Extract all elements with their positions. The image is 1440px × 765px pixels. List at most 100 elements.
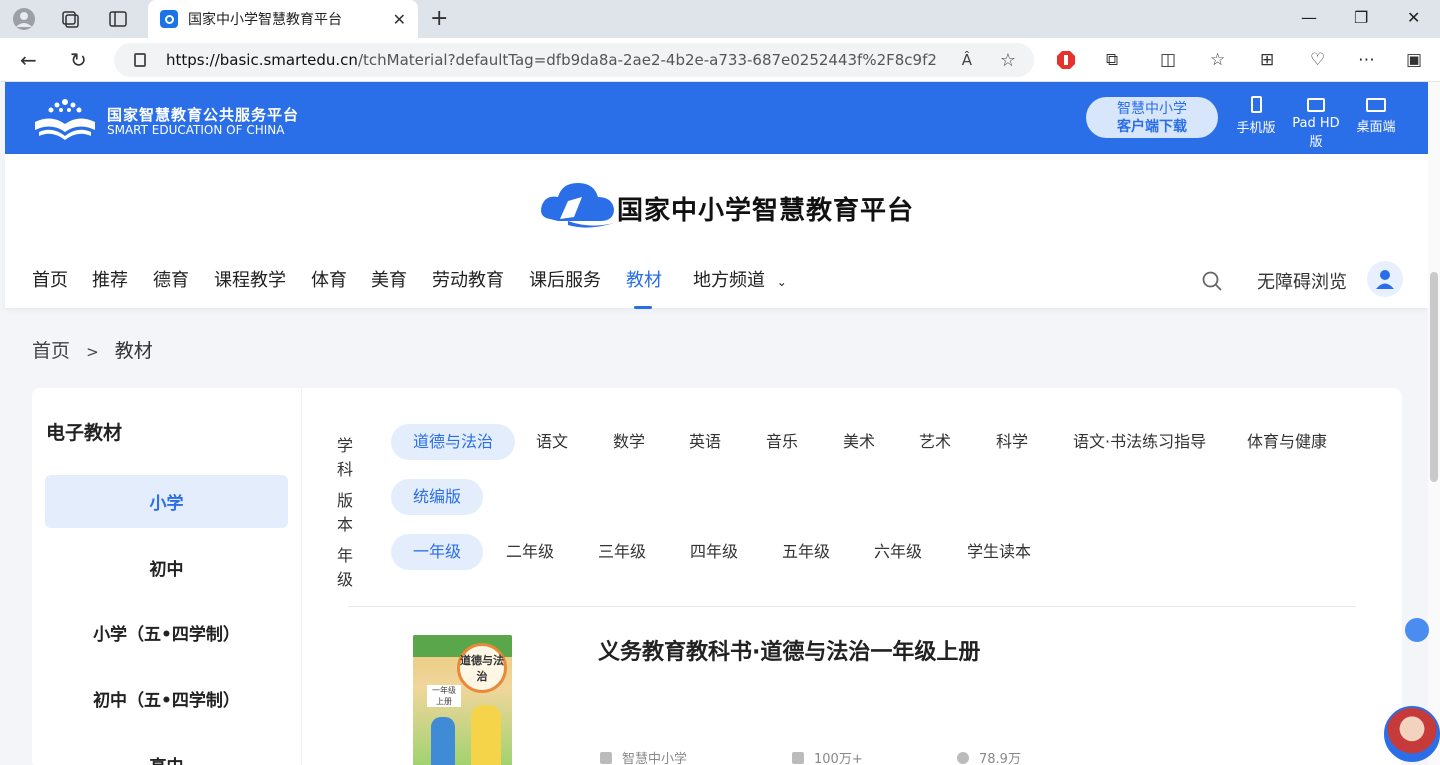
- likes-count: 100万+: [814, 752, 863, 765]
- device-pad[interactable]: Pad HD版: [1286, 96, 1346, 150]
- level-primary-54[interactable]: 小学（五•四学制）: [45, 606, 288, 659]
- device-phone-label: 手机版: [1236, 121, 1276, 136]
- browser-address-bar: ← ↻ https://basic.smartedu.cn/tchMateria…: [0, 38, 1440, 82]
- nav-recommend[interactable]: 推荐: [92, 266, 128, 292]
- url-text[interactable]: https://basic.smartedu.cn/tchMaterial?de…: [166, 51, 936, 69]
- extensions-icon[interactable]: ⧉: [1106, 50, 1118, 70]
- subject-option[interactable]: 美术: [821, 424, 897, 460]
- breadcrumb: 首页 > 教材: [32, 336, 163, 363]
- level-primary[interactable]: 小学: [45, 475, 288, 528]
- grade-option[interactable]: 三年级: [576, 534, 668, 570]
- grade-option[interactable]: 二年级: [484, 534, 576, 570]
- sidebar-toggle-icon[interactable]: ▣: [1406, 50, 1422, 70]
- lock-icon[interactable]: [134, 53, 146, 67]
- close-tab-icon[interactable]: ✕: [393, 10, 406, 29]
- brand-name-cn: 国家智慧教育公共服务平台: [107, 106, 300, 124]
- brand-logo-icon[interactable]: [33, 96, 97, 140]
- nav-local-channel[interactable]: 地方频道 ⌄: [693, 266, 787, 292]
- device-pad-label: Pad HD版: [1292, 116, 1340, 150]
- phone-icon: [1250, 96, 1262, 113]
- scrollbar-thumb[interactable]: [1430, 272, 1438, 482]
- nav-local-label: 地方频道: [693, 270, 765, 291]
- views-count: 78.9万: [979, 752, 1021, 765]
- edition-option[interactable]: 统编版: [391, 479, 484, 515]
- user-avatar[interactable]: [1367, 261, 1403, 297]
- subject-option[interactable]: 语文: [514, 424, 590, 460]
- client-download-button[interactable]: 智慧中小学 客户端下载: [1086, 97, 1218, 138]
- favorite-star-icon[interactable]: ☆: [1000, 50, 1016, 71]
- subject-option[interactable]: 数学: [591, 424, 667, 460]
- subject-option[interactable]: 道德与法治: [391, 424, 516, 460]
- grade-option[interactable]: 五年级: [760, 534, 852, 570]
- close-window-icon[interactable]: ✕: [1407, 8, 1420, 27]
- breadcrumb-separator: >: [86, 343, 99, 361]
- adblock-extension-icon[interactable]: [1056, 50, 1076, 75]
- search-icon[interactable]: [1202, 271, 1222, 291]
- book-publisher: 智慧中小学: [600, 748, 687, 765]
- cover-title: 道德与法治: [457, 643, 507, 693]
- device-phone[interactable]: 手机版: [1226, 96, 1286, 136]
- restore-icon[interactable]: ❐: [1354, 8, 1368, 27]
- new-tab-icon[interactable]: +: [430, 6, 448, 31]
- subject-option[interactable]: 音乐: [744, 424, 820, 460]
- publisher-text: 智慧中小学: [622, 752, 688, 765]
- level-junior[interactable]: 初中: [45, 541, 288, 594]
- grade-option[interactable]: 学生读本: [945, 534, 1053, 570]
- site-header: 国家中小学智慧教育平台 首页 推荐 德育 课程教学 体育 美育 劳动教育 课后服…: [5, 154, 1428, 309]
- grade-label: 年级: [337, 546, 354, 589]
- book-title[interactable]: 义务教育教科书·道德与法治一年级上册: [598, 634, 980, 666]
- textbook-panel: 电子教材 小学 初中 小学（五•四学制） 初中（五•四学制） 高中 学科 道德与…: [32, 388, 1402, 765]
- nav-after-school[interactable]: 课后服务: [529, 266, 601, 292]
- site-favicon-icon: [160, 10, 178, 28]
- brand-header: 国家智慧教育公共服务平台 SMART EDUCATION OF CHINA 智慧…: [5, 82, 1428, 154]
- nav-home[interactable]: 首页: [32, 266, 68, 292]
- favorites-icon[interactable]: ☆: [1210, 50, 1225, 70]
- grade-option[interactable]: 四年级: [668, 534, 760, 570]
- refresh-icon[interactable]: ↻: [70, 48, 87, 72]
- accessibility-link[interactable]: 无障碍浏览: [1257, 268, 1347, 294]
- cover-child-illustration: [431, 717, 455, 765]
- nav-courses[interactable]: 课程教学: [214, 266, 286, 292]
- browser-tab-active[interactable]: 国家中小学智慧教育平台 ✕: [148, 0, 418, 38]
- minimize-icon[interactable]: —: [1301, 8, 1317, 27]
- url-field[interactable]: https://basic.smartedu.cn/tchMaterial?de…: [114, 43, 1034, 77]
- platform-logo-icon[interactable]: [538, 179, 618, 233]
- nav-sports[interactable]: 体育: [311, 266, 347, 292]
- level-senior[interactable]: 高中: [45, 738, 288, 765]
- nav-labor[interactable]: 劳动教育: [432, 266, 504, 292]
- book-likes: 100万+: [792, 748, 863, 765]
- subject-option[interactable]: 艺术: [897, 424, 973, 460]
- page-scrollbar[interactable]: [1428, 82, 1440, 765]
- thumbs-up-icon: [792, 751, 804, 764]
- level-sidebar: 电子教材 小学 初中 小学（五•四学制） 初中（五•四学制） 高中: [32, 388, 302, 765]
- assistant-avatar-icon[interactable]: [1384, 706, 1440, 762]
- book-cover[interactable]: 道德与法治 一年级 上册: [413, 635, 512, 765]
- level-junior-54[interactable]: 初中（五•四学制）: [45, 672, 288, 725]
- tablet-icon: [1307, 98, 1325, 112]
- grade-option[interactable]: 六年级: [852, 534, 944, 570]
- profile-icon[interactable]: [10, 5, 38, 33]
- more-options-icon[interactable]: ⋯: [1358, 50, 1375, 70]
- subject-option[interactable]: 体育与健康: [1225, 424, 1349, 460]
- back-icon[interactable]: ←: [20, 48, 37, 72]
- nav-textbooks[interactable]: 教材: [626, 266, 662, 292]
- nav-moral[interactable]: 德育: [153, 266, 189, 292]
- section-divider: [348, 606, 1356, 607]
- collections-icon[interactable]: ⊞: [1260, 50, 1274, 70]
- device-desktop[interactable]: 桌面端: [1346, 96, 1406, 135]
- breadcrumb-home[interactable]: 首页: [32, 340, 70, 362]
- vertical-tabs-icon[interactable]: [104, 5, 132, 33]
- browser-tab-bar: 国家中小学智慧教育平台 ✕ + — ❐ ✕: [0, 0, 1440, 38]
- workspaces-icon[interactable]: [56, 5, 84, 33]
- subject-option[interactable]: 科学: [974, 424, 1050, 460]
- nav-arts[interactable]: 美育: [371, 266, 407, 292]
- feedback-float-icon[interactable]: [1405, 618, 1429, 642]
- user-icon: [1376, 270, 1394, 289]
- grade-option[interactable]: 一年级: [391, 534, 484, 570]
- split-screen-icon[interactable]: ◫: [1160, 50, 1176, 70]
- subject-option[interactable]: 英语: [667, 424, 743, 460]
- eye-icon: [957, 751, 969, 764]
- read-aloud-icon[interactable]: Â: [962, 51, 972, 69]
- browser-health-icon[interactable]: ♡: [1310, 50, 1325, 70]
- subject-option[interactable]: 语文·书法练习指导: [1051, 424, 1228, 460]
